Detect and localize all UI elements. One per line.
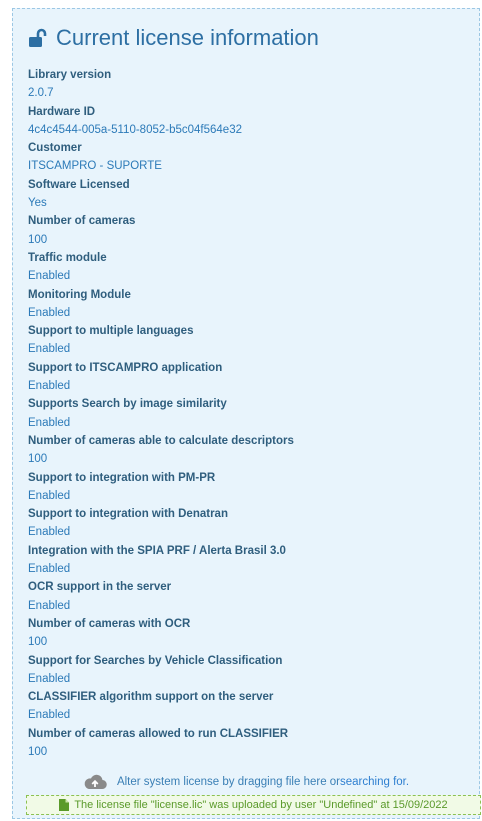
page-title: Current license information [28, 25, 319, 51]
field-value: Enabled [28, 563, 71, 576]
unlock-icon [29, 28, 47, 47]
field-label: Hardware ID [28, 105, 96, 118]
field-value: Enabled [28, 526, 71, 539]
field-label: Customer [28, 142, 82, 155]
field-label: Support to integration with PM-PR [28, 471, 216, 484]
field-label: Software Licensed [28, 178, 130, 191]
field-label: Number of cameras [28, 215, 136, 228]
field-value: Enabled [28, 380, 71, 393]
field-label: OCR support in the server [28, 581, 172, 594]
cloud-upload-icon [84, 774, 107, 790]
field-value: 2.0.7 [28, 87, 54, 100]
field-label: Number of cameras allowed to run CLASSIF… [28, 727, 289, 740]
field-value: 100 [28, 233, 48, 246]
field-label: CLASSIFIER algorithm support on the serv… [28, 691, 274, 704]
field-value: Enabled [28, 343, 71, 356]
field-label: Number of cameras able to calculate desc… [28, 434, 294, 447]
upload-text: Alter system license by dragging file he… [116, 775, 341, 788]
field-label: Support to ITSCAMPRO application [28, 361, 223, 374]
field-value: Enabled [28, 306, 71, 319]
field-value: Enabled [28, 709, 71, 722]
field-label: Traffic module [28, 251, 107, 264]
field-label: Monitoring Module [28, 288, 131, 301]
upload-notice: The license file "license.lic" was uploa… [26, 795, 481, 815]
field-value: Enabled [28, 489, 71, 502]
field-label: Number of cameras with OCR [28, 617, 191, 630]
license-panel: Current license information Library vers… [12, 8, 481, 819]
notice-text: The license file "license.lic" was uploa… [74, 799, 448, 811]
field-value: Yes [28, 197, 47, 210]
field-value: Enabled [28, 672, 71, 685]
search-file-link[interactable]: searching for. [340, 776, 409, 788]
file-icon [59, 799, 70, 811]
field-label: Supports Search by image similarity [28, 398, 227, 411]
title-text: Current license information [56, 25, 319, 50]
field-label: Support to multiple languages [28, 325, 194, 338]
field-value: Enabled [28, 416, 71, 429]
license-fields: Library version 2.0.7 Hardware ID 4c4c4544-… [28, 66, 473, 761]
field-value: 100 [28, 636, 48, 649]
upload-dropzone[interactable]: Alter system license by dragging file he… [13, 773, 479, 790]
field-value: 4c4c4544-005a-5110-8052-b5c04f564e32 [28, 123, 242, 136]
field-label: Integration with the SPIA PRF / Alerta B… [28, 544, 286, 557]
field-value: Enabled [28, 270, 71, 283]
field-value: 100 [28, 745, 48, 758]
field-label: Support for Searches by Vehicle Classifi… [28, 654, 283, 667]
field-value: ITSCAMPRO - SUPORTE [28, 160, 162, 173]
field-label: Library version [28, 69, 112, 81]
field-label: Support to integration with Denatran [28, 508, 228, 521]
field-value: 100 [28, 453, 48, 466]
field-value: Enabled [28, 599, 71, 612]
